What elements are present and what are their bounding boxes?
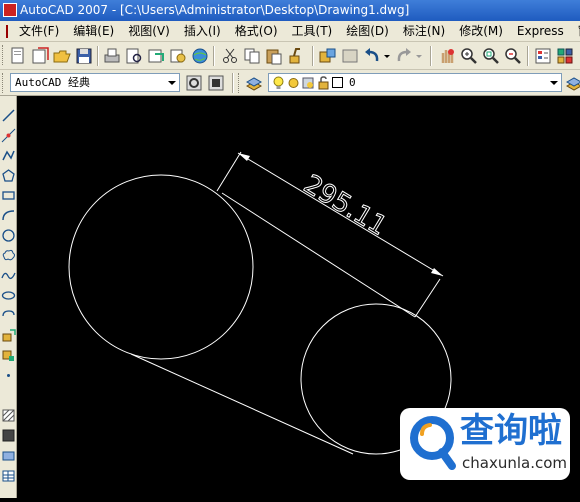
properties-icon[interactable] [533, 46, 553, 66]
zoom-previous-icon[interactable] [503, 46, 523, 66]
table-icon[interactable] [1, 468, 16, 483]
spline-icon[interactable] [1, 268, 16, 283]
standard-toolbar [0, 42, 580, 70]
layer-select-value: 0 [349, 76, 356, 89]
zoom-window-icon[interactable] [481, 46, 501, 66]
watermark: 查询啦 chaxunla.com [400, 408, 570, 480]
dimension-arrow-left-icon [238, 153, 250, 161]
extension-line-left[interactable] [216, 151, 242, 192]
zoom-realtime-icon[interactable] [459, 46, 479, 66]
toolbar-separator [232, 73, 234, 93]
tangent-line-bottom[interactable] [130, 353, 354, 455]
menu-express[interactable]: Express [510, 21, 571, 41]
redo-icon[interactable] [394, 46, 414, 66]
polygon-icon[interactable] [1, 168, 16, 183]
revision-cloud-icon[interactable] [1, 248, 16, 263]
workspaces-layers-toolbar: AutoCAD 经典 0 [0, 70, 580, 96]
layer-select[interactable]: 0 [268, 73, 562, 92]
gradient-icon[interactable] [1, 428, 16, 443]
toolbar-separator [312, 46, 314, 66]
line-icon[interactable] [1, 108, 16, 123]
redo-dropdown-icon[interactable] [414, 46, 424, 66]
draw-toolbar [0, 96, 17, 498]
autocad-app-icon[interactable] [3, 3, 17, 17]
workspace-settings-icon[interactable] [184, 73, 204, 93]
rectangle-icon[interactable] [1, 188, 16, 203]
paste-icon[interactable] [264, 46, 284, 66]
region-icon[interactable] [1, 448, 16, 463]
dimension-text: 295.11 [298, 169, 391, 242]
lightbulb-on-icon[interactable] [272, 76, 285, 90]
toolbar-separator [213, 46, 215, 66]
menu-file[interactable]: 文件(F) [12, 21, 66, 41]
construction-line-icon[interactable] [1, 128, 16, 143]
toolbar-separator [97, 46, 99, 66]
menu-window[interactable]: 窗口 [571, 21, 580, 41]
workspace-select[interactable]: AutoCAD 经典 [10, 73, 180, 92]
sun-thawed-icon[interactable] [287, 76, 300, 90]
3d-dwf-icon[interactable] [168, 46, 188, 66]
ellipse-arc-icon[interactable] [1, 308, 16, 323]
plot-preview-icon[interactable] [124, 46, 144, 66]
layer-color-swatch [332, 77, 343, 88]
publish-web-icon[interactable] [190, 46, 210, 66]
toolbar-grip[interactable] [2, 45, 5, 65]
viewport-freeze-icon[interactable] [302, 76, 315, 90]
point-icon[interactable] [1, 368, 16, 383]
menu-bar: 文件(F) 编辑(E) 视图(V) 插入(I) 格式(O) 工具(T) 绘图(D… [0, 21, 580, 42]
menu-dimension[interactable]: 标注(N) [396, 21, 452, 41]
match-properties-icon[interactable] [286, 46, 306, 66]
magnifier-logo-icon [410, 416, 456, 470]
design-center-icon[interactable] [555, 46, 575, 66]
watermark-title: 查询啦 [460, 411, 562, 451]
menu-format[interactable]: 格式(O) [228, 21, 285, 41]
new-icon[interactable] [30, 46, 50, 66]
arc-icon[interactable] [1, 208, 16, 223]
hatch-icon[interactable] [1, 408, 16, 423]
document-menu-icon[interactable] [6, 25, 8, 38]
layer-properties-manager-icon[interactable] [244, 73, 264, 93]
undo-icon[interactable] [362, 46, 382, 66]
extension-line-right[interactable] [414, 278, 441, 318]
cut-icon[interactable] [220, 46, 240, 66]
insert-block-icon[interactable] [1, 328, 16, 343]
workspace-select-value: AutoCAD 经典 [15, 76, 90, 89]
toolbar-separator [527, 46, 529, 66]
open-icon[interactable] [52, 46, 72, 66]
dimension-arrow-right-icon [431, 268, 443, 276]
chevron-down-icon[interactable] [168, 81, 176, 85]
toolbar-separator [430, 46, 432, 66]
menu-view[interactable]: 视图(V) [121, 21, 177, 41]
undo-dropdown-icon[interactable] [382, 46, 392, 66]
block-editor-icon[interactable] [318, 46, 338, 66]
toolbar-button-icon[interactable] [340, 46, 360, 66]
pan-icon[interactable] [437, 46, 457, 66]
ellipse-icon[interactable] [1, 288, 16, 303]
save-icon[interactable] [74, 46, 94, 66]
title-bar: AutoCAD 2007 - [C:\Users\Administrator\D… [0, 0, 580, 21]
menu-edit[interactable]: 编辑(E) [66, 21, 121, 41]
menu-modify[interactable]: 修改(M) [452, 21, 510, 41]
circle-icon[interactable] [1, 228, 16, 243]
chevron-down-icon[interactable] [550, 81, 558, 85]
window-title: AutoCAD 2007 - [C:\Users\Administrator\D… [20, 3, 410, 17]
watermark-url: chaxunla.com [462, 454, 567, 472]
unlocked-icon[interactable] [317, 76, 330, 90]
menu-tools[interactable]: 工具(T) [285, 21, 340, 41]
make-object-layer-current-icon[interactable] [564, 73, 580, 93]
menu-draw[interactable]: 绘图(D) [339, 21, 396, 41]
menu-insert[interactable]: 插入(I) [177, 21, 228, 41]
toolbar-grip[interactable] [2, 73, 5, 93]
large-circle[interactable] [68, 174, 254, 360]
plot-icon[interactable] [102, 46, 122, 66]
workspace-save-icon[interactable] [206, 73, 226, 93]
toolbar-grip[interactable] [238, 73, 241, 93]
make-block-icon[interactable] [1, 348, 16, 363]
copy-icon[interactable] [242, 46, 262, 66]
qnew-icon[interactable] [8, 46, 28, 66]
publish-icon[interactable] [146, 46, 166, 66]
polyline-icon[interactable] [1, 148, 16, 163]
